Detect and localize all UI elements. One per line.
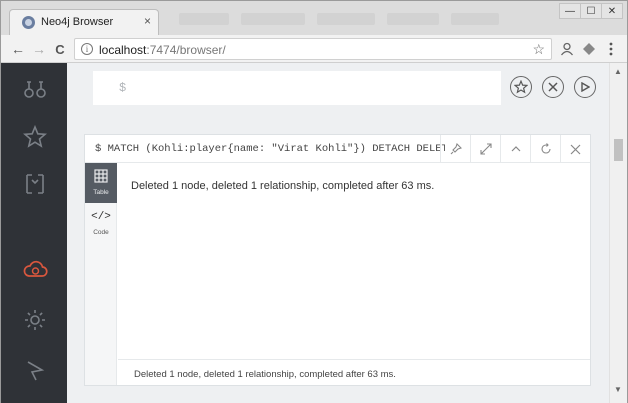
neo4j-favicon-icon <box>22 16 35 29</box>
favorites-star-icon[interactable] <box>22 124 48 150</box>
frame-command[interactable]: $ MATCH (Kohli:player{name: "Virat Kohli… <box>95 143 445 155</box>
scroll-up-icon[interactable]: ▲ <box>614 67 622 76</box>
about-icon[interactable] <box>22 358 48 384</box>
tab-close-icon[interactable]: × <box>144 14 151 28</box>
result-frame: $ MATCH (Kohli:player{name: "Virat Kohli… <box>84 134 591 386</box>
url-text: localhost:7474/browser/ <box>99 43 226 57</box>
tab-table-label: Table <box>93 189 109 196</box>
browser-toolbar: ← → C i localhost:7474/browser/ ☆ <box>1 35 627 63</box>
browser-window: Neo4j Browser × — ☐ ✕ ← → C i localhost:… <box>0 0 628 403</box>
address-bar[interactable]: i localhost:7474/browser/ ☆ <box>74 38 552 60</box>
tab-strip: Neo4j Browser × — ☐ ✕ <box>1 1 627 35</box>
collapse-icon[interactable] <box>500 135 530 163</box>
close-frame-icon[interactable] <box>560 135 590 163</box>
tab-title: Neo4j Browser <box>41 16 114 28</box>
forward-button[interactable]: → <box>30 39 48 59</box>
window-controls: — ☐ ✕ <box>559 3 623 19</box>
settings-gear-icon[interactable] <box>22 307 48 333</box>
blurred-bookmark <box>179 13 229 25</box>
extension-icon[interactable] <box>581 41 597 57</box>
rerun-icon[interactable] <box>530 135 560 163</box>
tab-code[interactable]: </> Code <box>85 207 117 247</box>
database-icon[interactable] <box>22 77 48 103</box>
favorite-button[interactable] <box>510 76 532 98</box>
tab-code-label: Code <box>93 229 109 236</box>
blurred-bookmark <box>451 13 499 25</box>
back-button[interactable]: ← <box>9 39 27 59</box>
code-icon: </> <box>91 211 111 223</box>
reload-button[interactable]: C <box>51 39 69 59</box>
blurred-bookmark <box>241 13 305 25</box>
bookmark-star-icon[interactable]: ☆ <box>532 41 545 58</box>
info-icon[interactable]: i <box>81 43 93 55</box>
scroll-down-icon[interactable]: ▼ <box>614 385 622 394</box>
blurred-bookmark <box>317 13 375 25</box>
status-message: Deleted 1 node, deleted 1 relationship, … <box>134 369 396 380</box>
neo4j-sidebar <box>1 63 67 403</box>
table-icon <box>94 169 108 183</box>
scrollbar-thumb[interactable] <box>614 139 623 161</box>
frame-status-bar: Deleted 1 node, deleted 1 relationship, … <box>118 359 590 385</box>
expand-icon[interactable] <box>470 135 500 163</box>
blurred-bookmark <box>387 13 439 25</box>
maximize-button[interactable]: ☐ <box>580 3 602 19</box>
url-path: :7474/browser/ <box>146 43 226 57</box>
cypher-editor[interactable]: $ <box>93 71 501 105</box>
url-host: localhost <box>99 43 147 57</box>
run-query-button[interactable] <box>574 76 596 98</box>
frame-header: $ MATCH (Kohli:player{name: "Virat Kohli… <box>85 135 590 163</box>
result-message: Deleted 1 node, deleted 1 relationship, … <box>131 180 435 192</box>
tab-neo4j-browser[interactable]: Neo4j Browser × <box>9 9 159 35</box>
minimize-button[interactable]: — <box>559 3 581 19</box>
documents-icon[interactable] <box>22 171 48 197</box>
editor-prompt: $ <box>119 81 127 95</box>
clear-editor-button[interactable] <box>542 76 564 98</box>
frame-view-tabs: Table </> Code <box>85 163 117 385</box>
page-scrollbar[interactable]: ▲ ▼ <box>609 63 627 403</box>
cloud-sync-icon[interactable] <box>22 257 48 283</box>
tab-table[interactable]: Table <box>85 163 117 203</box>
pin-icon[interactable] <box>440 135 470 163</box>
menu-icon[interactable] <box>603 41 619 57</box>
window-close-button[interactable]: ✕ <box>601 3 623 19</box>
profile-icon[interactable] <box>559 41 575 57</box>
